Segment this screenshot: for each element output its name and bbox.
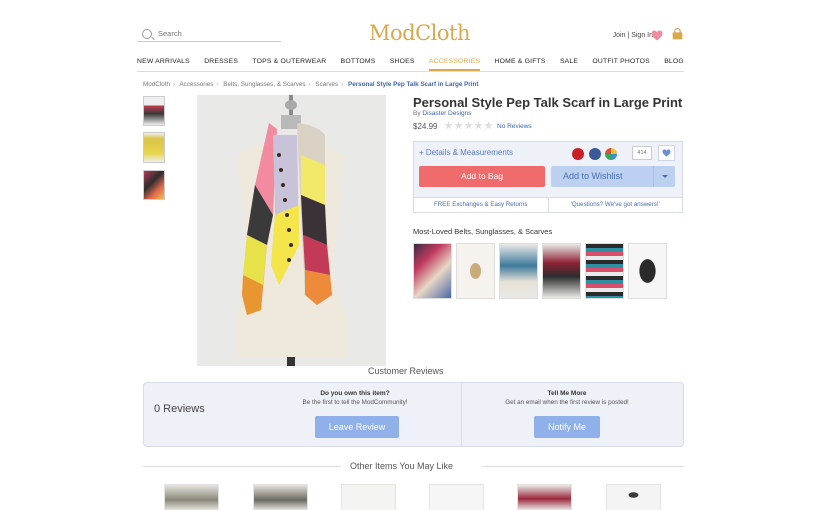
star-icon [484, 121, 493, 130]
nav-new-arrivals[interactable]: NEW ARRIVALS [137, 58, 190, 71]
notify-me-button[interactable]: Notify Me [534, 416, 600, 438]
breadcrumb-separator: › [341, 81, 344, 88]
product-price: $24.99 [413, 122, 438, 131]
search-icon [142, 28, 152, 39]
add-to-bag-button[interactable]: Add to Bag [419, 166, 545, 187]
reviews-divider [461, 383, 462, 446]
details-measurements-link[interactable]: + Details & Measurements [419, 148, 513, 157]
pinterest-icon[interactable] [572, 148, 584, 160]
product-image[interactable] [197, 95, 386, 366]
other-item-3[interactable] [341, 484, 396, 510]
nav-shoes[interactable]: SHOES [390, 58, 415, 71]
own-item-subtext: Be the first to tell the ModCommunity! [302, 399, 408, 406]
product-thumbnail-1[interactable] [143, 96, 165, 126]
breadcrumb-separator: › [172, 81, 176, 88]
questions-close-quote: ' [658, 201, 660, 208]
nav-outfit-photos[interactable]: OUTFIT PHOTOS [592, 58, 649, 71]
most-loved-item-2[interactable] [456, 243, 495, 299]
logo[interactable]: ModCloth [369, 21, 470, 45]
nav-home-gifts[interactable]: HOME & GIFTS [495, 58, 546, 71]
star-icon [444, 121, 453, 130]
leave-review-button[interactable]: Leave Review [315, 416, 399, 438]
product-brand-line: By Disaster Designs [413, 110, 472, 117]
product-thumbnail-2[interactable] [143, 132, 165, 163]
exchanges-link[interactable]: FREE Exchanges & Easy Returns [414, 198, 548, 212]
divider-line [143, 466, 341, 467]
nav-blog[interactable]: BLOG [664, 58, 684, 71]
breadcrumb-modcloth[interactable]: ModCloth [143, 81, 170, 88]
search-input[interactable] [158, 29, 268, 38]
account-links[interactable]: Join | Sign In [613, 32, 653, 39]
info-bar: FREE Exchanges & Easy Returns 'Questions… [413, 197, 683, 213]
nav-accessories[interactable]: ACCESSORIES [428, 58, 481, 71]
rating-stars [444, 121, 493, 130]
favorite-button[interactable] [658, 145, 675, 161]
breadcrumb-scarves[interactable]: Scarves [315, 81, 338, 88]
bag-icon[interactable] [671, 28, 684, 41]
other-item-5[interactable] [517, 484, 572, 510]
facebook-icon[interactable] [589, 148, 601, 160]
divider-line [482, 466, 684, 467]
breadcrumb-separator: › [216, 81, 219, 88]
own-item-heading: Do you own this item? [320, 390, 390, 397]
product-title: Personal Style Pep Talk Scarf in Large P… [413, 95, 683, 110]
search-bar[interactable] [137, 26, 281, 42]
star-icon [474, 121, 483, 130]
breadcrumb-belts[interactable]: Belts, Sunglasses, & Scarves [223, 81, 305, 88]
by-label: By [413, 110, 421, 117]
nav-dresses[interactable]: DRESSES [204, 58, 238, 71]
heart-icon[interactable] [651, 30, 663, 41]
questions-link[interactable]: 'Questions? We've got answers!' [547, 198, 683, 212]
main-nav: NEW ARRIVALS DRESSES TOPS & OUTERWEAR BO… [137, 58, 684, 72]
questions-text: Questions? We've got answers! [571, 201, 659, 208]
most-loved-item-6[interactable] [628, 243, 667, 299]
tell-me-more-subtext: Get an email when the first review is po… [505, 399, 629, 406]
breadcrumb-current: Personal Style Pep Talk Scarf in Large P… [348, 81, 479, 88]
product-thumbnail-3[interactable] [143, 170, 165, 200]
most-loved-item-1[interactable] [413, 243, 452, 299]
google-share-icon[interactable] [605, 148, 617, 160]
add-to-wishlist-button[interactable]: Add to Wishlist [551, 166, 675, 187]
other-item-6[interactable] [606, 484, 661, 510]
breadcrumb: ModCloth › Accessories › Belts, Sunglasses… [143, 81, 478, 88]
share-count: 414 [632, 146, 652, 160]
tell-me-more-heading: Tell Me More [547, 390, 587, 397]
most-loved-title: Most-Loved Belts, Sunglasses, & Scarves [413, 227, 553, 236]
other-item-1[interactable] [164, 484, 219, 510]
no-reviews-link[interactable]: No Reviews [497, 123, 532, 130]
chevron-down-icon[interactable] [653, 166, 675, 187]
most-loved-item-5[interactable] [585, 243, 624, 299]
breadcrumb-separator: › [308, 81, 311, 88]
nav-tops-outerwear[interactable]: TOPS & OUTERWEAR [252, 58, 326, 71]
nav-bottoms[interactable]: BOTTOMS [341, 58, 376, 71]
star-icon [464, 121, 473, 130]
nav-sale[interactable]: SALE [560, 58, 578, 71]
customer-reviews-heading: Customer Reviews [368, 366, 444, 376]
most-loved-item-3[interactable] [499, 243, 538, 299]
heart-icon [662, 149, 671, 157]
review-count: 0 Reviews [154, 403, 205, 415]
breadcrumb-accessories[interactable]: Accessories [179, 81, 213, 88]
other-items-heading: Other Items You May Like [350, 461, 454, 471]
brand-link[interactable]: Disaster Designs [422, 110, 471, 117]
most-loved-item-4[interactable] [542, 243, 581, 299]
other-item-4[interactable] [429, 484, 484, 510]
wishlist-label: Add to Wishlist [563, 171, 623, 181]
other-item-2[interactable] [253, 484, 308, 510]
scarf-on-mannequin-image [235, 95, 347, 366]
star-icon [454, 121, 463, 130]
